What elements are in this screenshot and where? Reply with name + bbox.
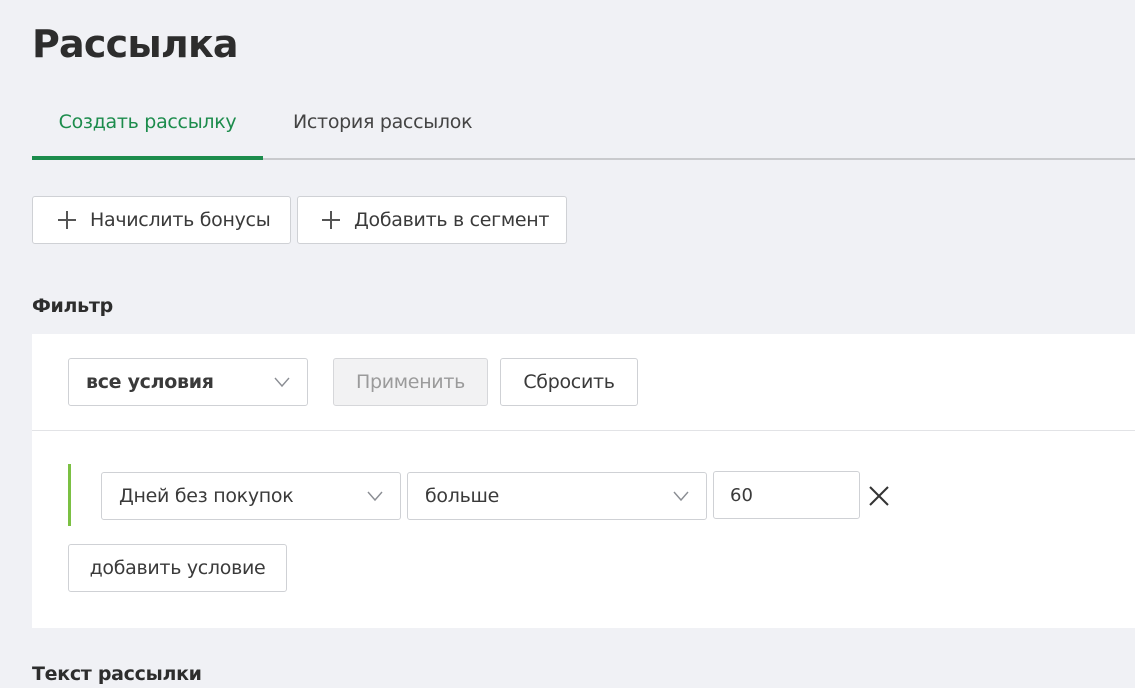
- apply-button[interactable]: Применить: [333, 358, 488, 406]
- accrue-bonuses-button[interactable]: Начислить бонусы: [32, 196, 291, 244]
- tab-mailing-history[interactable]: История рассылок: [293, 92, 473, 158]
- chevron-down-icon: [274, 374, 290, 390]
- add-to-segment-label: Добавить в сегмент: [354, 209, 550, 231]
- accrue-bonuses-label: Начислить бонусы: [90, 209, 271, 231]
- chevron-down-icon: [367, 488, 383, 504]
- tab-bar: Создать рассылку История рассылок: [32, 92, 1135, 160]
- filter-title: Фильтр: [32, 295, 113, 317]
- condition-indicator: [68, 464, 71, 526]
- condition-operator-value: больше: [425, 485, 499, 507]
- tab-create-mailing[interactable]: Создать рассылку: [32, 92, 263, 160]
- reset-button[interactable]: Сбросить: [500, 358, 638, 406]
- message-text-title: Текст рассылки: [32, 663, 202, 685]
- plus-icon: [56, 209, 78, 231]
- conditions-logic-select[interactable]: все условия: [68, 358, 308, 406]
- condition-field-value: Дней без покупок: [119, 485, 294, 507]
- plus-icon: [320, 209, 342, 231]
- page-title: Рассылка: [32, 22, 239, 66]
- condition-field-select[interactable]: Дней без покупок: [101, 472, 401, 520]
- condition-operator-select[interactable]: больше: [407, 472, 707, 520]
- chevron-down-icon: [673, 488, 689, 504]
- conditions-logic-value: все условия: [86, 371, 214, 393]
- add-to-segment-button[interactable]: Добавить в сегмент: [297, 196, 567, 244]
- add-condition-button[interactable]: добавить условие: [68, 544, 287, 592]
- condition-value-input[interactable]: [713, 471, 860, 519]
- close-icon[interactable]: [867, 484, 891, 508]
- filter-divider: [32, 430, 1135, 431]
- filter-panel: все условия Применить Сбросить Дней без …: [32, 334, 1135, 628]
